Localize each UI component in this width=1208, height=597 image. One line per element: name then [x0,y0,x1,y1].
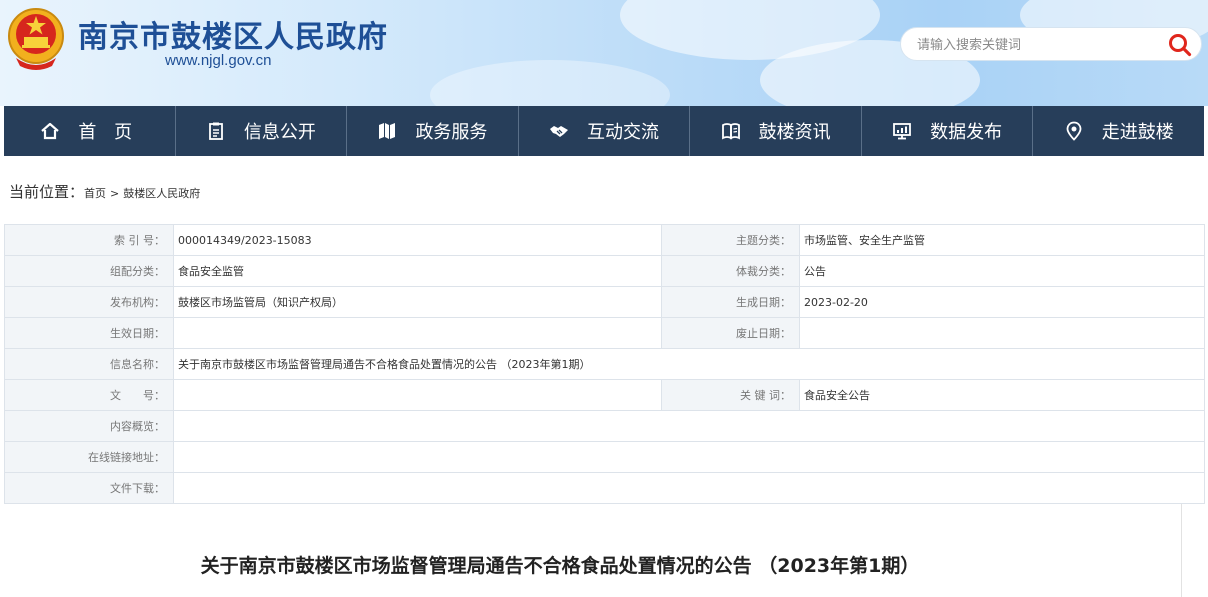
breadcrumb-separator: > [110,187,120,200]
table-row: 文件下载： [4,472,1205,504]
meta-value-org-category: 食品安全监管 [173,255,662,287]
meta-value-topic: 市场监管、安全生产监管 [799,224,1205,256]
header-cloud [430,60,670,106]
meta-label: 体裁分类： [661,255,800,287]
meta-label: 文件下载： [4,472,174,504]
meta-value-publisher: 鼓楼区市场监管局（知识产权局） [173,286,662,318]
nav-item-info-disclosure[interactable]: 信息公开 [176,106,348,156]
nav-item-gulou-news[interactable]: 鼓楼资讯 [690,106,862,156]
meta-label: 组配分类： [4,255,174,287]
search-icon[interactable] [1167,32,1193,58]
table-row: 信息名称： 关于南京市鼓楼区市场监督管理局通告不合格食品处置情况的公告 （202… [4,348,1205,380]
meta-label: 生成日期： [661,286,800,318]
meta-label: 内容概览： [4,410,174,442]
table-row: 索 引 号： 000014349/2023-15083 主题分类： 市场监管、安… [4,224,1205,256]
location-pin-icon [1066,121,1082,141]
meta-label: 生效日期： [4,317,174,349]
chart-monitor-icon [893,123,912,140]
nav-item-label: 数据发布 [930,122,1003,143]
meta-value-info-name: 关于南京市鼓楼区市场监督管理局通告不合格食品处置情况的公告 （2023年第1期） [173,348,1205,380]
nav-item-gov-services[interactable]: 政务服务 [347,106,519,156]
table-row: 组配分类： 食品安全监管 体裁分类： 公告 [4,255,1205,287]
table-row: 生效日期： 废止日期： [4,317,1205,349]
meta-value-download[interactable] [173,472,1205,504]
home-icon [41,122,60,140]
main-nav: 首 页 信息公开 政务服务 互动交流 鼓楼资讯 数据发布 走进鼓楼 [4,106,1204,156]
meta-value-online-link[interactable] [173,441,1205,473]
document-icon [208,122,223,140]
search-input[interactable] [917,35,1157,55]
meta-value-index-no: 000014349/2023-15083 [173,224,662,256]
meta-label: 在线链接地址： [4,441,174,473]
meta-label: 废止日期： [661,317,800,349]
search-box [900,27,1202,61]
meta-label: 文 号： [4,379,174,411]
table-row: 内容概览： [4,410,1205,442]
meta-value-doc-no [173,379,662,411]
breadcrumb-link-home[interactable]: 首页 [84,187,106,200]
document-meta-table: 索 引 号： 000014349/2023-15083 主题分类： 市场监管、安… [4,224,1205,504]
book-icon [379,123,396,139]
meta-label: 主题分类： [661,224,800,256]
nav-item-label: 鼓楼资讯 [758,122,831,143]
meta-value-keywords: 食品安全公告 [799,379,1205,411]
article-title: 关于南京市鼓楼区市场监督管理局通告不合格食品处置情况的公告 （2023年第1期） [200,555,920,577]
meta-value-expired-date [799,317,1205,349]
nav-item-home[interactable]: 首 页 [4,106,176,156]
meta-value-created-date: 2023-02-20 [799,286,1205,318]
nav-item-label: 政务服务 [415,122,488,143]
nav-item-interaction[interactable]: 互动交流 [519,106,691,156]
nav-item-data-release[interactable]: 数据发布 [862,106,1034,156]
nav-item-label: 首 页 [78,122,139,143]
meta-value-summary [173,410,1205,442]
open-book-icon [721,123,740,140]
site-header: 南京市鼓楼区人民政府 www.njgl.gov.cn [0,0,1208,106]
meta-value-effective-date [173,317,662,349]
meta-label: 关 键 词： [661,379,800,411]
site-url: www.njgl.gov.cn [165,52,272,69]
meta-label: 索 引 号： [4,224,174,256]
nav-item-label: 信息公开 [243,122,316,143]
breadcrumb-prefix: 当前位置： [9,183,85,201]
handshake-icon [550,126,569,137]
national-emblem-icon [8,8,64,70]
nav-item-label: 走进鼓楼 [1101,122,1174,143]
meta-label: 信息名称： [4,348,174,380]
nav-item-about-gulou[interactable]: 走进鼓楼 [1033,106,1204,156]
meta-value-genre: 公告 [799,255,1205,287]
breadcrumb: 当前位置：首页 > 鼓楼区人民政府 [9,181,200,202]
breadcrumb-link-district-gov[interactable]: 鼓楼区人民政府 [123,187,200,200]
site-title: 南京市鼓楼区人民政府 [78,20,388,55]
table-row: 文 号： 关 键 词： 食品安全公告 [4,379,1205,411]
table-row: 在线链接地址： [4,441,1205,473]
meta-label: 发布机构： [4,286,174,318]
nav-item-label: 互动交流 [587,122,660,143]
table-row: 发布机构： 鼓楼区市场监管局（知识产权局） 生成日期： 2023-02-20 [4,286,1205,318]
